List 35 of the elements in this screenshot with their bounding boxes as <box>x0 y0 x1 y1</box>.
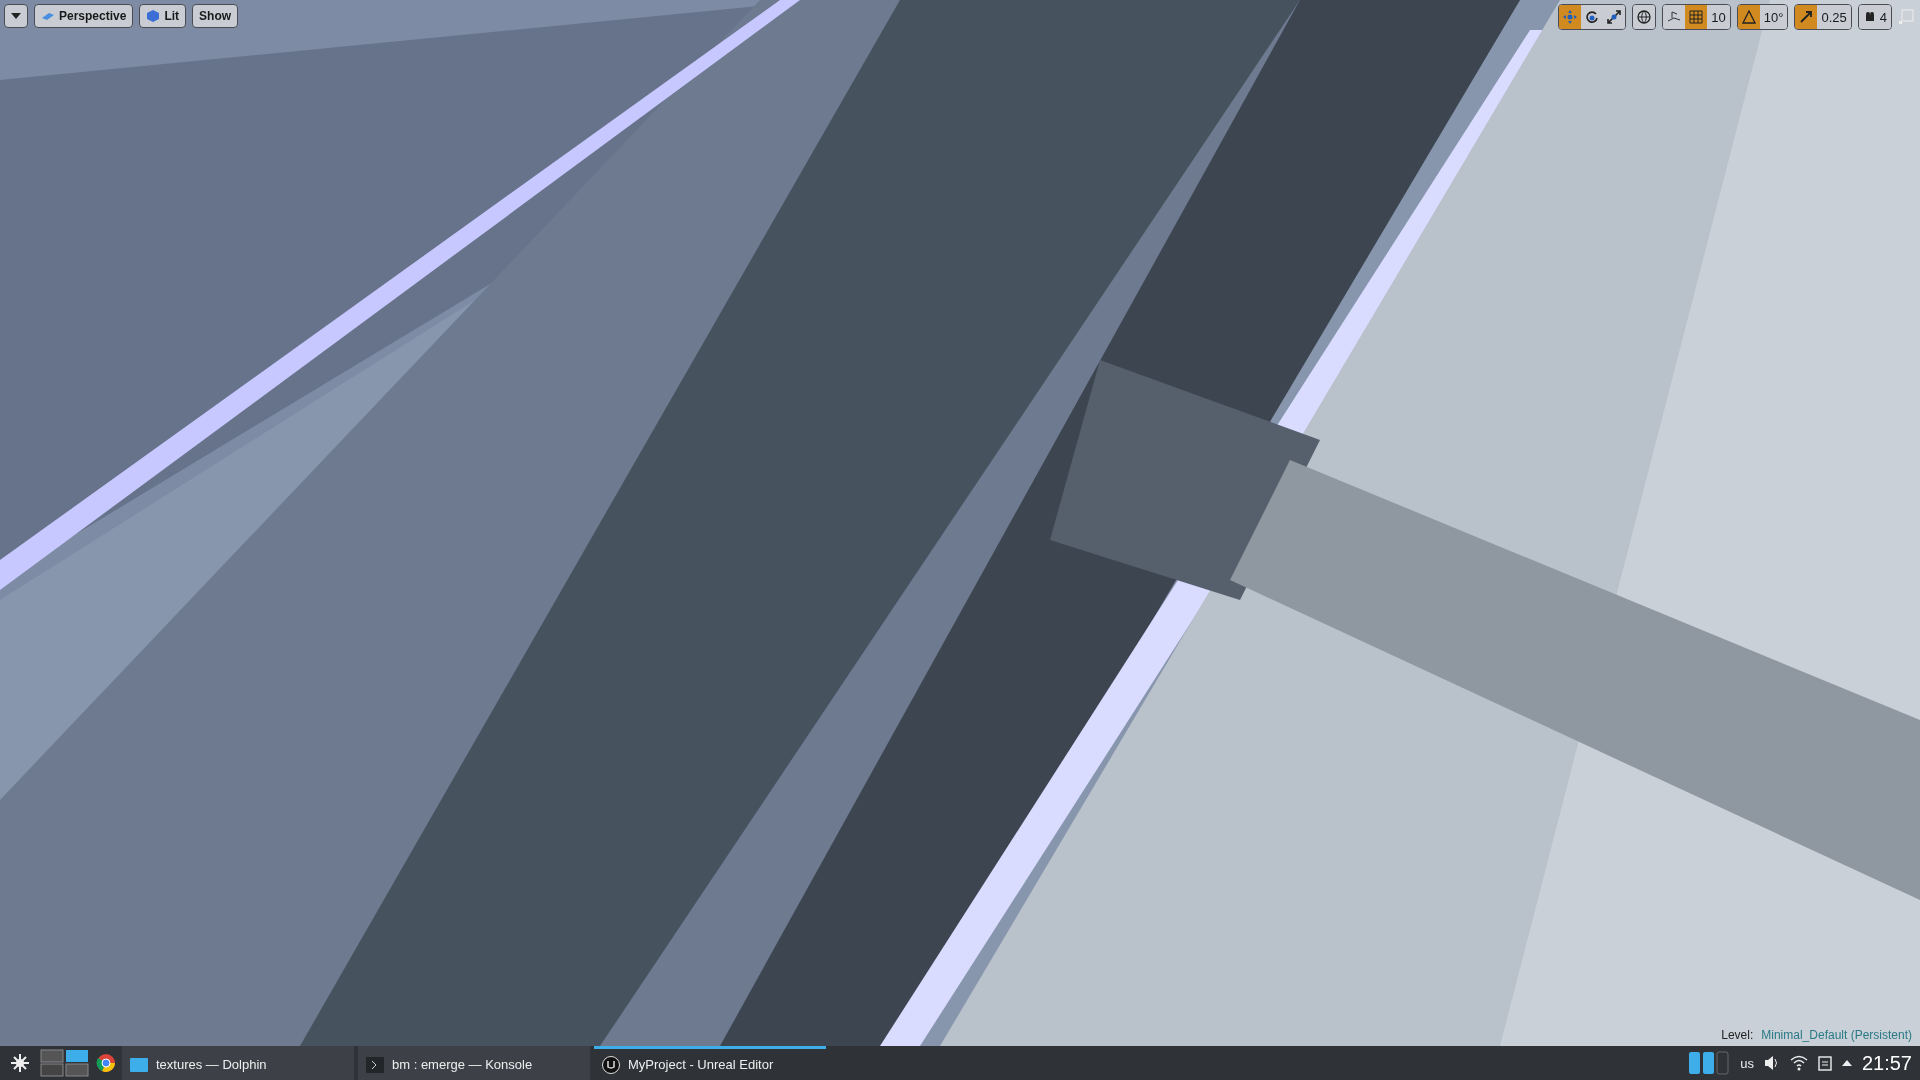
rotation-snap-toggle[interactable] <box>1737 5 1760 29</box>
app-launcher-icon[interactable] <box>10 1053 30 1073</box>
terminal-icon <box>366 1056 384 1073</box>
viewport-menu-button[interactable] <box>4 4 28 28</box>
level-name: Minimal_Default (Persistent) <box>1761 1028 1912 1042</box>
grid-icon <box>1689 10 1704 24</box>
clock[interactable]: 21:57 <box>1861 1051 1912 1075</box>
view-mode-button[interactable]: Lit <box>139 4 187 28</box>
expand-tray-icon[interactable] <box>1841 1060 1852 1066</box>
move-icon <box>1563 10 1578 24</box>
caret-icon <box>11 13 21 19</box>
angle-icon <box>1741 10 1756 24</box>
scale-snap-toggle[interactable] <box>1795 5 1818 29</box>
unreal-logo-icon <box>602 1055 620 1074</box>
browser-icon[interactable] <box>96 1053 116 1073</box>
taskbar-task[interactable]: textures — Dolphin <box>122 1046 354 1080</box>
clipboard-icon[interactable] <box>1817 1055 1832 1071</box>
arrow-icon <box>1799 10 1814 24</box>
view-mode-button[interactable]: Show <box>192 4 239 28</box>
folder-icon <box>130 1057 148 1072</box>
level-label: Level: <box>1721 1028 1754 1042</box>
pager-icon[interactable] <box>40 1049 90 1077</box>
system-monitor-icon <box>1688 1051 1731 1075</box>
view-mode-button[interactable]: Perspective <box>34 4 134 28</box>
volume-icon[interactable] <box>1763 1055 1780 1071</box>
rotate-icon <box>1585 10 1600 24</box>
surface-snap-icon <box>1667 10 1682 24</box>
wifi-icon[interactable] <box>1789 1055 1808 1071</box>
world-space-button[interactable] <box>1633 5 1656 29</box>
scale-icon <box>1607 10 1622 24</box>
grid-snap-toggle[interactable] <box>1685 5 1708 29</box>
camera-speed-button[interactable]: 4 <box>1858 5 1891 29</box>
taskbar-task[interactable]: bm : emerge — Konsole <box>358 1046 590 1080</box>
keyboard-layout-indicator[interactable]: us <box>1740 1055 1754 1071</box>
globe-icon <box>1637 10 1652 24</box>
